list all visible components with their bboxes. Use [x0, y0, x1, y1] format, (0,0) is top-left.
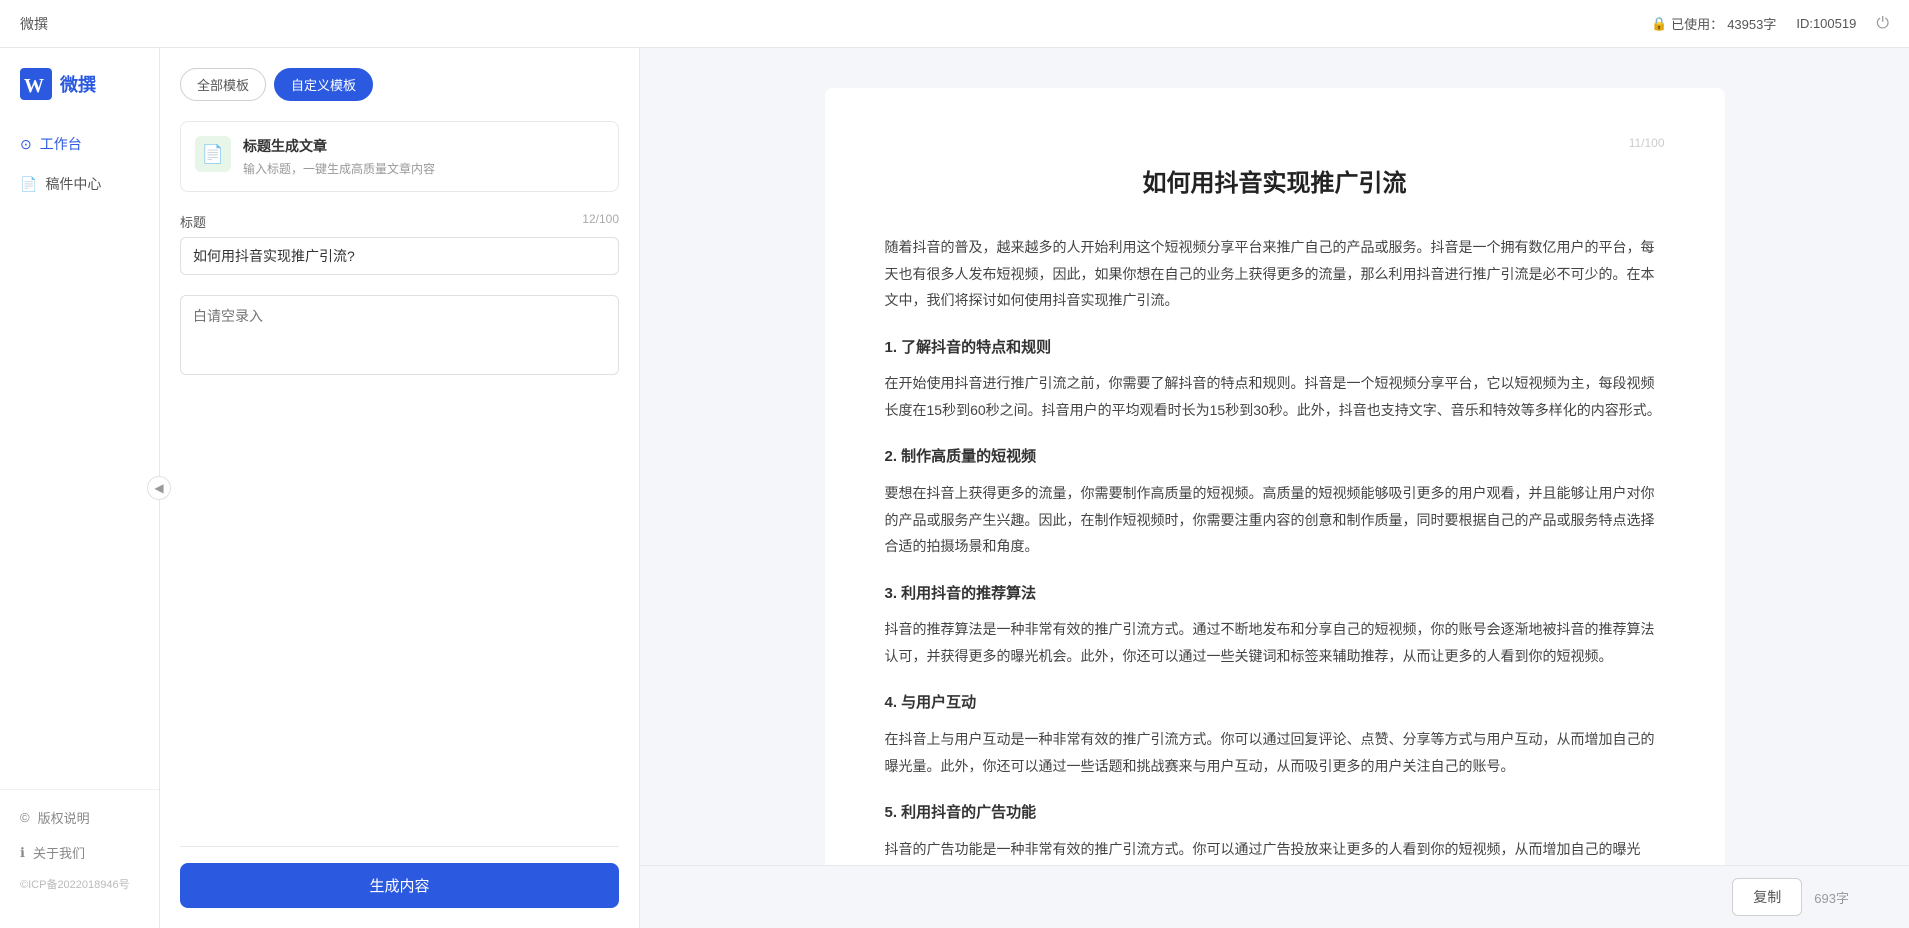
- tab-all[interactable]: 全部模板: [180, 68, 266, 101]
- article-body: 随着抖音的普及，越来越多的人开始利用这个短视频分享平台来推广自己的产品或服务。抖…: [885, 234, 1665, 865]
- sidebar-item-copyright[interactable]: © 版权说明: [0, 800, 159, 835]
- article-heading: 5. 利用抖音的广告功能: [885, 799, 1665, 828]
- sidebar-item-drafts[interactable]: 📄 稿件中心: [0, 164, 159, 204]
- about-label: 关于我们: [33, 843, 85, 862]
- title-input[interactable]: [180, 237, 619, 275]
- copyright-icon: ©: [20, 810, 30, 825]
- right-panel-inner: 11/100 如何用抖音实现推广引流 随着抖音的普及，越来越多的人开始利用这个短…: [640, 48, 1909, 865]
- sidebar-nav: ⊙ 工作台 📄 稿件中心: [0, 124, 159, 789]
- textarea-section: [180, 295, 619, 378]
- word-count: 693字: [1814, 888, 1849, 907]
- left-panel: 全部模板 自定义模板 📄 标题生成文章 输入标题，一键生成高质量文章内容 标题 …: [160, 48, 640, 928]
- article-heading: 4. 与用户互动: [885, 689, 1665, 718]
- sidebar-logo-text: 微撰: [60, 71, 96, 97]
- workspace-icon: ⊙: [20, 136, 32, 153]
- article-container: 11/100 如何用抖音实现推广引流 随着抖音的普及，越来越多的人开始利用这个短…: [825, 88, 1725, 865]
- generate-button[interactable]: 生成内容: [180, 863, 619, 908]
- article-paragraph: 要想在抖音上获得更多的流量，你需要制作高质量的短视频。高质量的短视频能够吸引更多…: [885, 480, 1665, 560]
- topbar-usage: 🔒 已使用： 43953字: [1651, 14, 1776, 33]
- sidebar: W 微撰 ⊙ 工作台 📄 稿件中心 © 版权说明 ℹ 关于我们 ©ICP备202: [0, 48, 160, 928]
- page-info: 11/100: [885, 136, 1665, 150]
- template-tabs: 全部模板 自定义模板: [180, 68, 619, 101]
- article-heading: 3. 利用抖音的推荐算法: [885, 580, 1665, 609]
- right-panel-footer: 复制 693字: [640, 865, 1909, 928]
- copyright-label: 版权说明: [38, 808, 90, 827]
- article-paragraph: 在抖音上与用户互动是一种非常有效的推广引流方式。你可以通过回复评论、点赞、分享等…: [885, 726, 1665, 779]
- logo-icon: W: [20, 68, 52, 100]
- article-paragraph: 抖音的广告功能是一种非常有效的推广引流方式。你可以通过广告投放来让更多的人看到你…: [885, 836, 1665, 865]
- label-text: 标题: [180, 212, 206, 231]
- drafts-icon: 📄: [20, 176, 37, 193]
- template-card-title: 标题生成文章: [243, 136, 604, 156]
- article-heading: 1. 了解抖音的特点和规则: [885, 334, 1665, 363]
- article-paragraph: 在开始使用抖音进行推广引流之前，你需要了解抖音的特点和规则。抖音是一个短视频分享…: [885, 370, 1665, 423]
- sidebar-bottom: © 版权说明 ℹ 关于我们 ©ICP备2022018946号: [0, 789, 159, 908]
- sidebar-item-label: 工作台: [40, 134, 82, 154]
- sidebar-item-about[interactable]: ℹ 关于我们: [0, 835, 159, 870]
- topbar-right: 🔒 已使用： 43953字 ID:100519 ⏻: [1651, 14, 1889, 33]
- copy-button[interactable]: 复制: [1732, 878, 1802, 916]
- right-panel: 11/100 如何用抖音实现推广引流 随着抖音的普及，越来越多的人开始利用这个短…: [640, 48, 1909, 928]
- article-paragraph: 抖音的推荐算法是一种非常有效的推广引流方式。通过不断地发布和分享自己的短视频，你…: [885, 616, 1665, 669]
- content-textarea[interactable]: [180, 295, 619, 375]
- sidebar-logo: W 微撰: [0, 68, 159, 124]
- form-label-count: 12/100: [582, 212, 619, 231]
- article-heading: 2. 制作高质量的短视频: [885, 443, 1665, 472]
- article-paragraph: 随着抖音的普及，越来越多的人开始利用这个短视频分享平台来推广自己的产品或服务。抖…: [885, 234, 1665, 314]
- content-area: 全部模板 自定义模板 📄 标题生成文章 输入标题，一键生成高质量文章内容 标题 …: [160, 48, 1909, 928]
- template-card-icon: 📄: [195, 136, 231, 172]
- usage-count: 43953字: [1727, 14, 1776, 33]
- template-card-desc: 输入标题，一键生成高质量文章内容: [243, 160, 604, 177]
- sidebar-item-label: 稿件中心: [45, 174, 101, 194]
- lock-icon: 🔒: [1651, 16, 1667, 32]
- usage-label: 已使用：: [1671, 14, 1723, 33]
- topbar-title: 微撰: [20, 14, 48, 34]
- left-panel-bottom: 生成内容: [180, 830, 619, 908]
- icp-text: ©ICP备2022018946号: [0, 870, 159, 898]
- article-title: 如何用抖音实现推广引流: [885, 166, 1665, 202]
- power-icon[interactable]: ⏻: [1876, 15, 1889, 33]
- info-icon: ℹ: [20, 845, 25, 861]
- document-icon: 📄: [202, 144, 224, 165]
- template-card-info: 标题生成文章 输入标题，一键生成高质量文章内容: [243, 136, 604, 177]
- divider: [180, 846, 619, 847]
- svg-text:W: W: [24, 75, 44, 97]
- topbar-id: ID:100519: [1796, 16, 1856, 31]
- tab-custom[interactable]: 自定义模板: [274, 68, 373, 101]
- collapse-arrow[interactable]: ◀: [147, 476, 171, 500]
- topbar: 微撰 🔒 已使用： 43953字 ID:100519 ⏻: [0, 0, 1909, 48]
- form-label: 标题 12/100: [180, 212, 619, 231]
- template-card[interactable]: 📄 标题生成文章 输入标题，一键生成高质量文章内容: [180, 121, 619, 192]
- sidebar-item-workspace[interactable]: ⊙ 工作台: [0, 124, 159, 164]
- form-section: 标题 12/100: [180, 212, 619, 275]
